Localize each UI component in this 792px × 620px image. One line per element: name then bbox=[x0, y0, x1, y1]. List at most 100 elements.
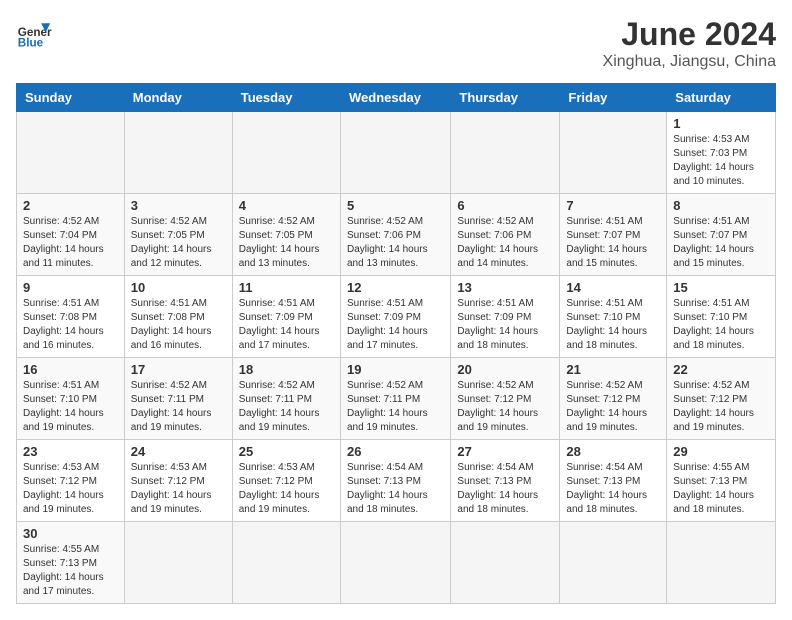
title-block: June 2024 Xinghua, Jiangsu, China bbox=[603, 16, 776, 71]
day-info: Sunrise: 4:54 AM Sunset: 7:13 PM Dayligh… bbox=[347, 461, 444, 517]
day-info: Sunrise: 4:52 AM Sunset: 7:12 PM Dayligh… bbox=[457, 379, 553, 435]
weekday-header-tuesday: Tuesday bbox=[232, 84, 340, 112]
week-row-2: 2 Sunrise: 4:52 AM Sunset: 7:04 PM Daylig… bbox=[17, 194, 776, 276]
day-info: Sunrise: 4:51 AM Sunset: 7:09 PM Dayligh… bbox=[239, 297, 334, 353]
calendar-cell: 28 Sunrise: 4:54 AM Sunset: 7:13 PM Dayli… bbox=[560, 440, 667, 522]
day-number: 23 bbox=[23, 444, 118, 459]
day-info: Sunrise: 4:51 AM Sunset: 7:08 PM Dayligh… bbox=[23, 297, 118, 353]
day-number: 6 bbox=[457, 198, 553, 213]
calendar-cell: 27 Sunrise: 4:54 AM Sunset: 7:13 PM Dayli… bbox=[451, 440, 560, 522]
calendar-cell bbox=[560, 522, 667, 604]
day-number: 27 bbox=[457, 444, 553, 459]
calendar-cell: 12Sunrise: 4:51 AM Sunset: 7:09 PM Dayli… bbox=[340, 276, 450, 358]
day-info: Sunrise: 4:54 AM Sunset: 7:13 PM Dayligh… bbox=[457, 461, 553, 517]
day-info: Sunrise: 4:53 AM Sunset: 7:03 PM Dayligh… bbox=[673, 133, 769, 189]
weekday-header-saturday: Saturday bbox=[667, 84, 776, 112]
calendar-cell bbox=[340, 112, 450, 194]
calendar-cell: 11Sunrise: 4:51 AM Sunset: 7:09 PM Dayli… bbox=[232, 276, 340, 358]
calendar-cell: 29 Sunrise: 4:55 AM Sunset: 7:13 PM Dayli… bbox=[667, 440, 776, 522]
day-number: 29 bbox=[673, 444, 769, 459]
calendar-cell: 4 Sunrise: 4:52 AM Sunset: 7:05 PM Daylig… bbox=[232, 194, 340, 276]
day-info: Sunrise: 4:53 AM Sunset: 7:12 PM Dayligh… bbox=[23, 461, 118, 517]
calendar-cell: 6 Sunrise: 4:52 AM Sunset: 7:06 PM Daylig… bbox=[451, 194, 560, 276]
calendar-cell: 14Sunrise: 4:51 AM Sunset: 7:10 PM Dayli… bbox=[560, 276, 667, 358]
calendar-cell bbox=[667, 522, 776, 604]
calendar-cell: 3Sunrise: 4:52 AM Sunset: 7:05 PM Daylig… bbox=[124, 194, 232, 276]
calendar-cell: 25Sunrise: 4:53 AM Sunset: 7:12 PM Dayli… bbox=[232, 440, 340, 522]
day-info: Sunrise: 4:54 AM Sunset: 7:13 PM Dayligh… bbox=[566, 461, 660, 517]
day-number: 2 bbox=[23, 198, 118, 213]
weekday-header-wednesday: Wednesday bbox=[340, 84, 450, 112]
calendar-cell: 13Sunrise: 4:51 AM Sunset: 7:09 PM Dayli… bbox=[451, 276, 560, 358]
day-number: 24 bbox=[131, 444, 226, 459]
month-title: June 2024 bbox=[603, 16, 776, 53]
day-info: Sunrise: 4:52 AM Sunset: 7:06 PM Dayligh… bbox=[457, 215, 553, 271]
calendar-cell: 19 Sunrise: 4:52 AM Sunset: 7:11 PM Dayli… bbox=[340, 358, 450, 440]
week-row-6: 30 Sunrise: 4:55 AM Sunset: 7:13 PM Dayli… bbox=[17, 522, 776, 604]
calendar-cell: 1 Sunrise: 4:53 AM Sunset: 7:03 PM Daylig… bbox=[667, 112, 776, 194]
calendar-cell: 26 Sunrise: 4:54 AM Sunset: 7:13 PM Dayli… bbox=[340, 440, 450, 522]
location: Xinghua, Jiangsu, China bbox=[603, 53, 776, 71]
day-number: 16 bbox=[23, 362, 118, 377]
day-number: 14 bbox=[566, 280, 660, 295]
weekday-header-monday: Monday bbox=[124, 84, 232, 112]
calendar-cell: 9Sunrise: 4:51 AM Sunset: 7:08 PM Daylig… bbox=[17, 276, 125, 358]
day-info: Sunrise: 4:55 AM Sunset: 7:13 PM Dayligh… bbox=[23, 543, 118, 599]
calendar-cell: 30 Sunrise: 4:55 AM Sunset: 7:13 PM Dayli… bbox=[17, 522, 125, 604]
calendar-cell: 21 Sunrise: 4:52 AM Sunset: 7:12 PM Dayli… bbox=[560, 358, 667, 440]
calendar-cell bbox=[124, 522, 232, 604]
day-info: Sunrise: 4:52 AM Sunset: 7:06 PM Dayligh… bbox=[347, 215, 444, 271]
calendar-cell: 22 Sunrise: 4:52 AM Sunset: 7:12 PM Dayli… bbox=[667, 358, 776, 440]
week-row-3: 9Sunrise: 4:51 AM Sunset: 7:08 PM Daylig… bbox=[17, 276, 776, 358]
day-info: Sunrise: 4:51 AM Sunset: 7:07 PM Dayligh… bbox=[673, 215, 769, 271]
calendar-cell bbox=[232, 112, 340, 194]
day-info: Sunrise: 4:51 AM Sunset: 7:08 PM Dayligh… bbox=[131, 297, 226, 353]
calendar-cell bbox=[451, 522, 560, 604]
calendar-cell: 7 Sunrise: 4:51 AM Sunset: 7:07 PM Daylig… bbox=[560, 194, 667, 276]
calendar-cell: 23 Sunrise: 4:53 AM Sunset: 7:12 PM Dayli… bbox=[17, 440, 125, 522]
day-number: 3 bbox=[131, 198, 226, 213]
calendar-cell: 17 Sunrise: 4:52 AM Sunset: 7:11 PM Dayli… bbox=[124, 358, 232, 440]
calendar-cell bbox=[17, 112, 125, 194]
day-number: 13 bbox=[457, 280, 553, 295]
week-row-5: 23 Sunrise: 4:53 AM Sunset: 7:12 PM Dayli… bbox=[17, 440, 776, 522]
day-number: 8 bbox=[673, 198, 769, 213]
day-info: Sunrise: 4:52 AM Sunset: 7:05 PM Dayligh… bbox=[239, 215, 334, 271]
calendar-cell: 2 Sunrise: 4:52 AM Sunset: 7:04 PM Daylig… bbox=[17, 194, 125, 276]
day-number: 7 bbox=[566, 198, 660, 213]
weekday-header-row: SundayMondayTuesdayWednesdayThursdayFrid… bbox=[17, 84, 776, 112]
day-info: Sunrise: 4:52 AM Sunset: 7:04 PM Dayligh… bbox=[23, 215, 118, 271]
day-info: Sunrise: 4:53 AM Sunset: 7:12 PM Dayligh… bbox=[131, 461, 226, 517]
day-info: Sunrise: 4:52 AM Sunset: 7:11 PM Dayligh… bbox=[347, 379, 444, 435]
day-number: 12 bbox=[347, 280, 444, 295]
day-number: 19 bbox=[347, 362, 444, 377]
day-number: 28 bbox=[566, 444, 660, 459]
day-info: Sunrise: 4:55 AM Sunset: 7:13 PM Dayligh… bbox=[673, 461, 769, 517]
day-number: 1 bbox=[673, 116, 769, 131]
day-number: 25 bbox=[239, 444, 334, 459]
day-number: 10 bbox=[131, 280, 226, 295]
calendar-cell bbox=[232, 522, 340, 604]
day-number: 4 bbox=[239, 198, 334, 213]
day-number: 22 bbox=[673, 362, 769, 377]
calendar-cell bbox=[124, 112, 232, 194]
day-info: Sunrise: 4:52 AM Sunset: 7:11 PM Dayligh… bbox=[239, 379, 334, 435]
calendar-cell: 10 Sunrise: 4:51 AM Sunset: 7:08 PM Dayli… bbox=[124, 276, 232, 358]
day-info: Sunrise: 4:51 AM Sunset: 7:10 PM Dayligh… bbox=[23, 379, 118, 435]
day-number: 18 bbox=[239, 362, 334, 377]
calendar-cell: 24 Sunrise: 4:53 AM Sunset: 7:12 PM Dayli… bbox=[124, 440, 232, 522]
svg-text:Blue: Blue bbox=[18, 37, 44, 50]
day-info: Sunrise: 4:51 AM Sunset: 7:07 PM Dayligh… bbox=[566, 215, 660, 271]
day-info: Sunrise: 4:51 AM Sunset: 7:10 PM Dayligh… bbox=[673, 297, 769, 353]
day-number: 21 bbox=[566, 362, 660, 377]
day-info: Sunrise: 4:52 AM Sunset: 7:11 PM Dayligh… bbox=[131, 379, 226, 435]
day-number: 26 bbox=[347, 444, 444, 459]
day-number: 17 bbox=[131, 362, 226, 377]
week-row-4: 16 Sunrise: 4:51 AM Sunset: 7:10 PM Dayli… bbox=[17, 358, 776, 440]
day-info: Sunrise: 4:52 AM Sunset: 7:12 PM Dayligh… bbox=[673, 379, 769, 435]
logo: General Blue bbox=[16, 16, 52, 52]
day-info: Sunrise: 4:52 AM Sunset: 7:12 PM Dayligh… bbox=[566, 379, 660, 435]
calendar-cell bbox=[560, 112, 667, 194]
day-number: 15 bbox=[673, 280, 769, 295]
day-number: 30 bbox=[23, 526, 118, 541]
